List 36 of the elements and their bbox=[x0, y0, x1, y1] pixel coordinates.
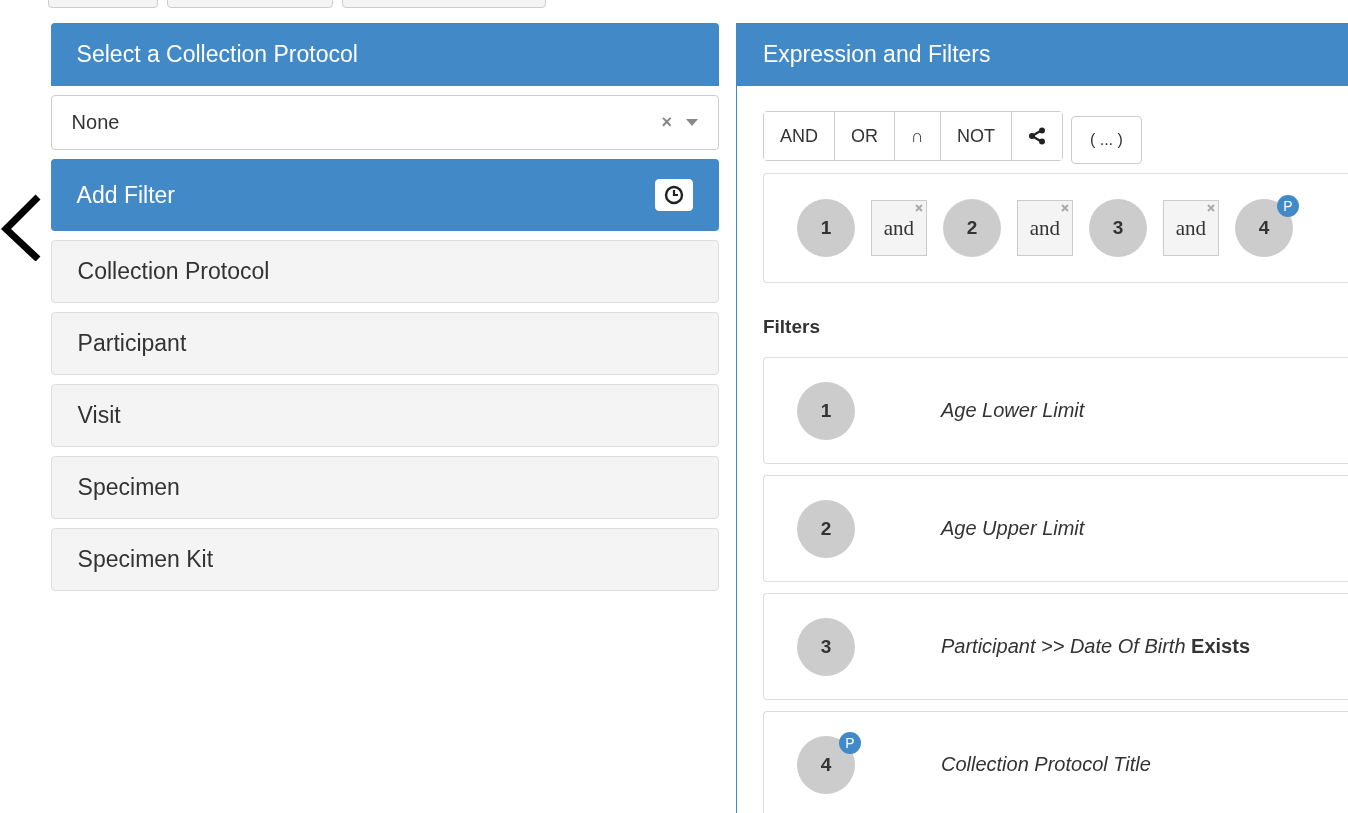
remove-icon[interactable] bbox=[914, 204, 923, 212]
clock-icon bbox=[663, 185, 684, 205]
add-filter-title: Add Filter bbox=[76, 181, 176, 209]
filter-number: 1 bbox=[796, 381, 855, 440]
section-title: Filters bbox=[762, 316, 821, 338]
parameter-badge: P bbox=[1276, 195, 1299, 217]
filter-description: Age Lower Limit bbox=[940, 399, 1085, 422]
chevron-left-icon[interactable] bbox=[0, 193, 42, 261]
filter-category[interactable]: Collection Protocol bbox=[50, 240, 719, 303]
operator-token[interactable]: and bbox=[1162, 200, 1219, 256]
filter-description: Collection Protocol Title bbox=[940, 753, 1151, 776]
panel-header: Select a Collection Protocol bbox=[50, 23, 719, 86]
history-button[interactable] bbox=[654, 179, 693, 211]
clear-icon[interactable]: × bbox=[661, 112, 672, 133]
share-icon bbox=[1027, 127, 1046, 145]
filter-category[interactable]: Visit bbox=[50, 384, 719, 447]
share-button[interactable] bbox=[1010, 112, 1062, 160]
parentheses-button[interactable]: ( ... ) bbox=[1070, 116, 1142, 164]
parameter-badge: P bbox=[838, 731, 861, 754]
filter-category[interactable]: Specimen Kit bbox=[50, 528, 719, 591]
filter-number: 3 bbox=[796, 617, 855, 676]
operator-token[interactable]: and bbox=[870, 200, 927, 256]
operator-token[interactable]: and bbox=[1016, 200, 1073, 256]
panel-header: Expression and Filters bbox=[736, 23, 1348, 86]
caret-icon bbox=[685, 119, 698, 126]
protocol-select[interactable]: None × bbox=[50, 95, 719, 150]
filter-number[interactable]: 2 bbox=[942, 199, 1001, 257]
filter-description: Age Upper Limit bbox=[940, 517, 1085, 540]
filter-category[interactable]: Participant bbox=[50, 312, 719, 375]
filter-number: 2 bbox=[796, 499, 855, 558]
filter-description: Participant >> Date Of Birth Exists bbox=[940, 635, 1250, 658]
filter-number[interactable]: 3 bbox=[1088, 199, 1147, 257]
remove-icon[interactable] bbox=[1206, 204, 1215, 212]
remove-icon[interactable] bbox=[1060, 204, 1069, 212]
filter-number[interactable]: 1 bbox=[796, 199, 855, 257]
filter-category[interactable]: Specimen bbox=[50, 456, 719, 519]
